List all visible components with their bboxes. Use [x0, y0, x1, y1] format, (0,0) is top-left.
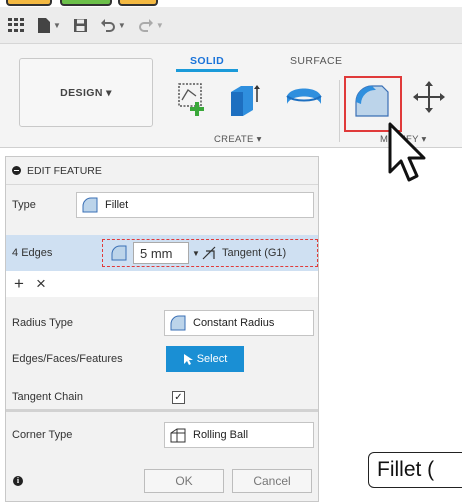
select-button[interactable]: Select [166, 346, 244, 372]
chevron-down-icon: ▼ [117, 20, 126, 30]
edges-faces-row: Edges/Faces/Features Select [6, 341, 318, 377]
top-strip [0, 0, 462, 7]
fillet-caption: Fillet ( [368, 452, 462, 488]
edges-count-label: 4 Edges [12, 247, 53, 259]
divider [6, 409, 318, 412]
radius-input[interactable]: 5 mm [133, 242, 189, 264]
corner-type-field[interactable]: Rolling Ball [164, 422, 314, 448]
rolling-ball-icon [170, 428, 186, 443]
tangent-icon [202, 246, 216, 260]
extrude-icon[interactable] [226, 80, 262, 118]
tangent-chain-checkbox[interactable]: ✓ [172, 390, 185, 404]
pointer-icon [183, 353, 193, 365]
tangent-chain-label: Tangent Chain [12, 391, 83, 403]
add-remove-row: + × [6, 271, 318, 297]
radius-type-value: Constant Radius [193, 317, 275, 329]
group-separator [339, 80, 340, 142]
fusion-window: ▼ ▼ ▼ DESIGN ▾ SOLID SURFACE CREATE ▾ ▾ … [0, 0, 462, 502]
chevron-down-icon: ▼ [53, 20, 61, 30]
remove-icon[interactable]: × [36, 274, 46, 294]
pill-2 [60, 0, 112, 6]
move-icon[interactable] [412, 80, 446, 114]
fillet-icon [82, 197, 98, 213]
grid-menu-button[interactable] [8, 17, 25, 33]
edit-feature-panel: EDIT FEATURE Type Fillet 4 Edges 5 mm ▼ … [5, 156, 319, 502]
constant-radius-icon [170, 315, 186, 331]
radius-type-label: Radius Type [12, 317, 73, 329]
corner-type-label: Corner Type [12, 429, 73, 441]
undo-icon [100, 19, 115, 32]
cancel-button[interactable]: Cancel [232, 469, 312, 493]
save-button[interactable] [73, 18, 88, 33]
grid-menu-icon [8, 17, 25, 33]
type-label: Type [12, 199, 36, 211]
edges-row[interactable]: 4 Edges 5 mm ▼ Tangent (G1) [6, 235, 318, 271]
corner-type-row: Corner Type Rolling Ball [6, 417, 318, 453]
revolve-icon[interactable] [284, 80, 324, 118]
tab-surface[interactable]: SURFACE [290, 55, 342, 67]
undo-button[interactable]: ▼ [100, 18, 126, 32]
ok-button[interactable]: OK [144, 469, 224, 493]
workspace-switcher[interactable]: DESIGN ▾ [19, 58, 153, 127]
chevron-down-icon: ▼ [155, 20, 164, 30]
type-row: Type Fillet [6, 187, 318, 223]
create-group-label[interactable]: CREATE ▾ [214, 134, 262, 145]
type-value: Fillet [105, 199, 129, 211]
mouse-cursor-icon [388, 122, 426, 182]
add-icon[interactable]: + [14, 274, 24, 294]
radius-type-field[interactable]: Constant Radius [164, 310, 314, 336]
continuity-value[interactable]: Tangent (G1) [222, 247, 286, 259]
save-icon [73, 18, 87, 32]
file-icon [38, 17, 50, 33]
create-sketch-icon[interactable] [176, 80, 210, 118]
fillet-icon[interactable] [352, 80, 392, 120]
quick-access-toolbar: ▼ ▼ ▼ [0, 7, 462, 44]
tab-solid[interactable]: SOLID [175, 55, 239, 72]
redo-icon [138, 19, 153, 32]
radius-type-row: Radius Type Constant Radius [6, 305, 318, 341]
type-field[interactable]: Fillet [76, 192, 314, 218]
select-button-label: Select [196, 353, 228, 365]
collapse-icon[interactable] [12, 166, 21, 175]
redo-button[interactable]: ▼ [138, 18, 164, 32]
chevron-down-icon[interactable]: ▼ [192, 249, 200, 258]
corner-type-value: Rolling Ball [193, 429, 249, 441]
info-icon[interactable]: i [13, 476, 23, 486]
fillet-radius-icon [111, 245, 127, 261]
panel-header[interactable]: EDIT FEATURE [6, 157, 318, 185]
panel-title: EDIT FEATURE [27, 164, 102, 177]
file-button[interactable]: ▼ [37, 17, 61, 34]
edges-faces-label: Edges/Faces/Features [12, 353, 123, 365]
pill-3 [118, 0, 158, 6]
pill-1 [6, 0, 52, 6]
